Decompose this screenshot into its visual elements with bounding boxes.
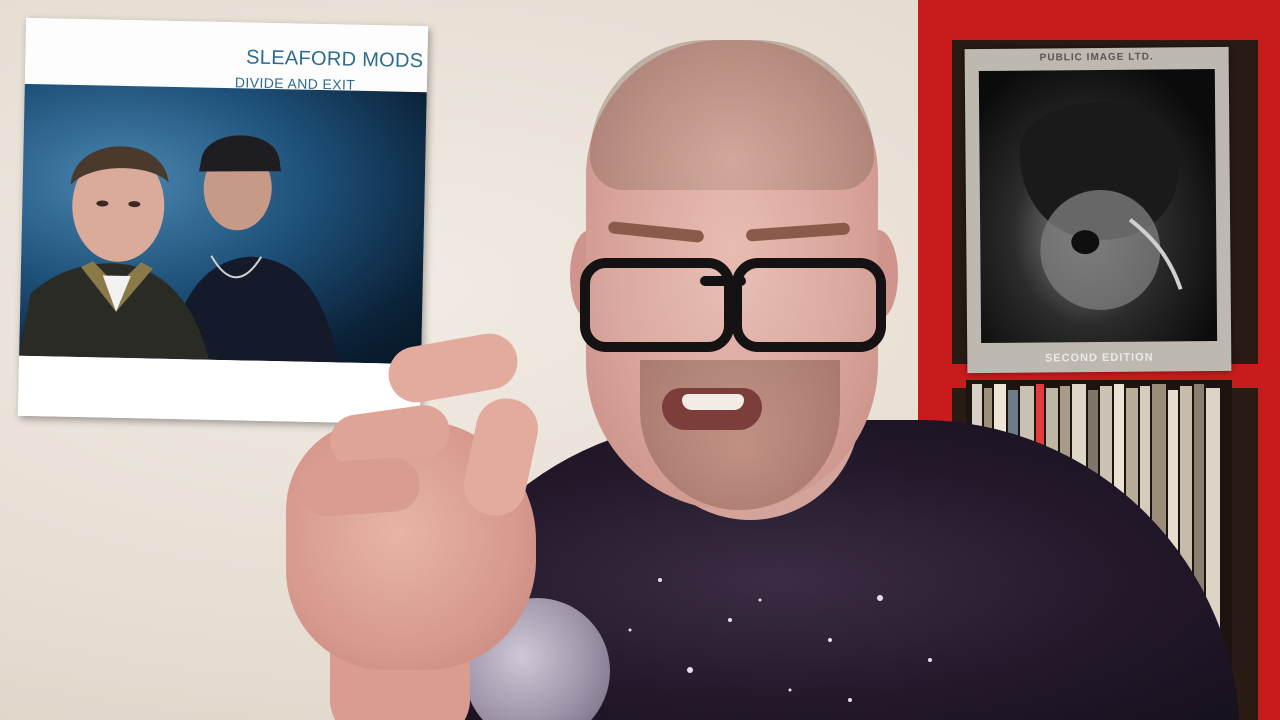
person-hair: [590, 40, 874, 190]
record-subtitle: SECOND EDITION: [1044, 351, 1154, 365]
album-cover-photo: [19, 83, 427, 365]
album-artist: SLEAFORD MODS: [245, 46, 424, 73]
band-photo-illustration: [19, 135, 340, 363]
person-ring-finger: [298, 455, 422, 519]
video-frame: SLEAFORD MODS DIVIDE AND EXIT PUBLIC IMA…: [0, 0, 1280, 720]
record-face-illustration: [1019, 102, 1183, 310]
glasses-right-lens: [732, 258, 886, 352]
record-title: PUBLIC IMAGE LTD.: [1039, 51, 1154, 64]
glasses-bridge: [700, 276, 746, 286]
record-cover-art: [978, 68, 1218, 344]
album-cover-header: SLEAFORD MODS DIVIDE AND EXIT: [24, 17, 429, 93]
glasses-left-lens: [580, 258, 734, 352]
record-sleeve: PUBLIC IMAGE LTD. SECOND EDITION: [964, 46, 1232, 374]
right-man-cap: [199, 135, 282, 172]
album-cover-poster: SLEAFORD MODS DIVIDE AND EXIT: [17, 17, 429, 425]
person-teeth: [682, 394, 744, 410]
